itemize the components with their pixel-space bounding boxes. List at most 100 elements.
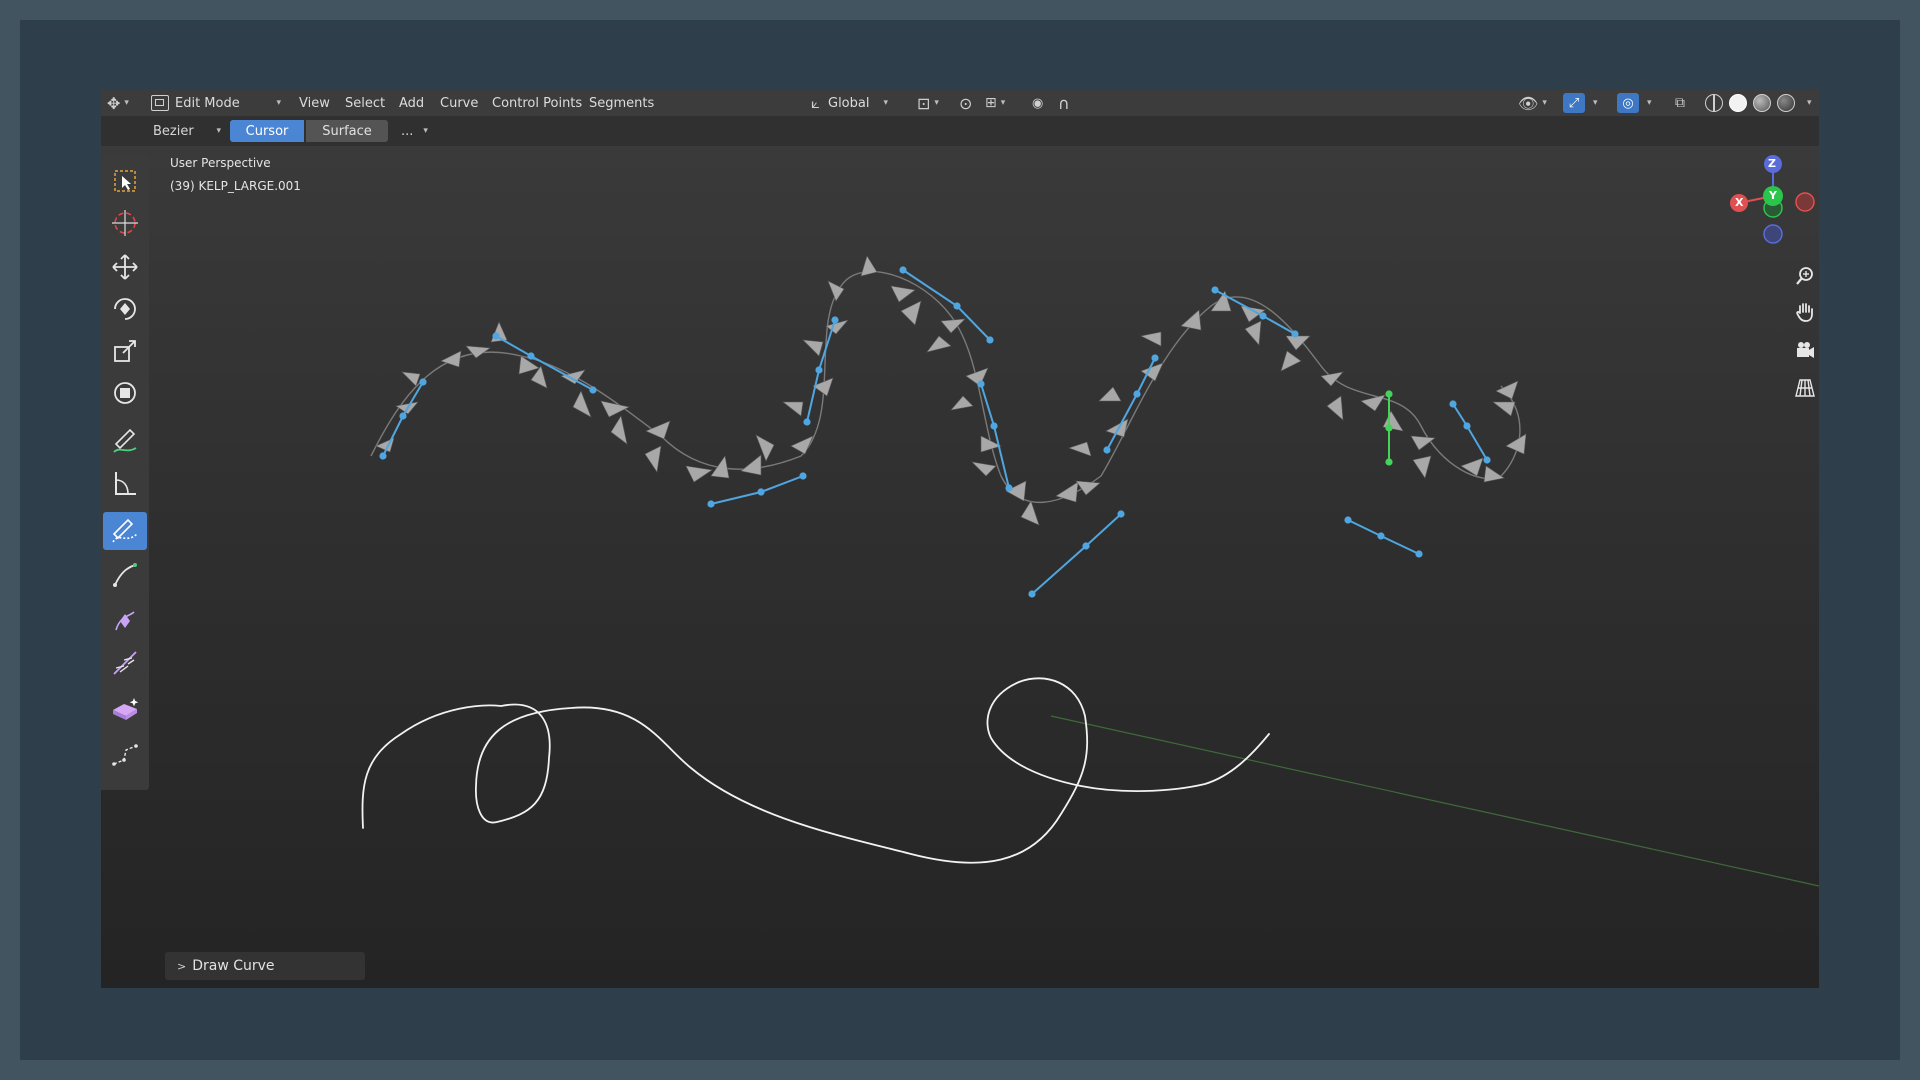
kelp-mesh [370,255,1527,526]
menu-select[interactable]: Select [343,90,387,116]
chevron-down-icon: ▾ [934,98,939,108]
tilt-icon [113,651,137,675]
randomize-icon [113,698,139,720]
mode-dropdown[interactable]: Edit Mode ▾ [151,90,281,116]
navigation-gizmo[interactable] [1701,152,1819,252]
more-options-dropdown[interactable]: ... ▾ [401,121,428,141]
xray-toggle[interactable]: ⧉ [1675,90,1685,116]
move-icon [112,254,138,280]
shading-rendered[interactable] [1777,90,1795,116]
drawn-curve-stroke [361,677,1270,864]
solid-shading-icon [1729,94,1747,112]
tool-transform[interactable] [103,374,147,412]
hand-icon [1796,303,1813,322]
material-shading-icon [1753,94,1771,112]
grid-perspective-icon [1795,379,1815,397]
gizmo-icon: ⤢ [1563,93,1585,113]
select-box-icon [114,170,136,192]
pivot-icon: ⊡ [917,93,931,113]
toggle-perspective-button[interactable] [1791,374,1819,402]
annotate-icon [113,428,137,453]
overlays-toggle[interactable]: ◎ ▾ [1617,90,1652,116]
edit-mode-icon [151,95,169,111]
orientation-icon: ⟀ [811,94,820,112]
tool-rotate[interactable] [103,290,147,328]
shading-wireframe[interactable] [1705,90,1723,116]
3d-viewport[interactable]: User Perspective (39) KELP_LARGE.001 Z Y… [101,146,1819,988]
overlays-icon: ◎ [1617,93,1639,113]
pen-icon [112,744,138,766]
chevron-down-icon: ▾ [124,98,129,108]
tool-select-box[interactable] [103,162,147,200]
snap-target-dropdown[interactable]: ⊞ ▾ [985,90,1005,116]
tool-measure[interactable] [103,464,147,502]
wireframe-shading-icon [1705,94,1723,112]
tool-extrude[interactable] [103,556,147,594]
object-name: (39) KELP_LARGE.001 [170,179,301,193]
menu-control-points[interactable]: Control Points [490,90,584,116]
transform-orientation-dropdown[interactable]: ⟀ Global ▾ [811,90,888,116]
chevron-right-icon: > [177,959,187,973]
menu-curve[interactable]: Curve [438,90,480,116]
active-handle [1385,390,1393,466]
view-name: User Perspective [170,156,271,170]
tool-move[interactable] [103,248,147,286]
snap-toggle[interactable]: ⊙ [959,90,972,116]
chevron-down-icon: ▾ [1647,98,1652,108]
menu-segments[interactable]: Segments [587,90,656,116]
rotate-icon [114,298,136,320]
scene-canvas [361,255,1819,887]
chevron-down-icon: ▾ [423,126,428,136]
xray-icon: ⧉ [1675,95,1685,111]
tool-annotate[interactable] [103,422,147,460]
curve-type-dropdown[interactable]: Bezier ▾ [153,121,221,141]
shading-solid[interactable] [1729,90,1747,116]
orientation-label: Global [828,95,870,111]
gizmo-toggle[interactable]: ⤢ ▾ [1563,90,1598,116]
proportional-edit-icon: ◉ [1032,95,1044,111]
depth-cursor-button[interactable]: Cursor [230,120,304,142]
zoom-button[interactable] [1791,262,1819,290]
depth-surface-button[interactable]: Surface [306,120,388,142]
curve-type-label: Bezier [153,123,194,139]
shading-options-dropdown[interactable]: ▾ [1803,90,1812,116]
pivot-point-dropdown[interactable]: ⊡ ▾ [917,90,939,116]
proportional-edit-toggle[interactable]: ◉ [1032,90,1043,116]
tool-cursor[interactable] [103,204,147,242]
measure-icon [115,472,136,495]
chevron-down-icon: ▾ [1807,98,1812,108]
camera-view-button[interactable] [1791,336,1819,364]
draw-curve-icon [112,518,138,543]
bezier-handles [379,266,1491,598]
tool-pen[interactable] [103,736,147,774]
snap-increment-icon: ⊞ [985,95,997,111]
cursor-icon [112,210,138,236]
scale-icon [114,340,136,362]
chevron-down-icon: ▾ [1542,98,1547,108]
visibility-dropdown[interactable]: 👁 ▾ [1518,90,1547,116]
tool-shelf [101,156,149,790]
tool-scale[interactable] [103,332,147,370]
menu-add[interactable]: Add [397,90,426,116]
pan-button[interactable] [1791,298,1819,326]
tool-radius[interactable] [103,602,147,640]
viewport-header: ✥ ▾ Edit Mode ▾ View Select Add Curve Con… [101,90,1819,116]
editor-type-button[interactable]: ✥ ▾ [107,90,129,116]
chevron-down-icon: ▾ [1593,98,1598,108]
blender-window: ✥ ▾ Edit Mode ▾ View Select Add Curve Con… [101,90,1819,988]
tool-tilt[interactable] [103,644,147,682]
gizmo-x-label: X [1735,196,1744,209]
gizmo-y-label: Y [1769,189,1777,202]
falloff-curve-icon: ∩ [1058,93,1070,113]
menu-view[interactable]: View [297,90,332,116]
tool-draw-curve[interactable] [103,512,147,550]
chevron-down-icon: ▾ [276,98,281,108]
falloff-dropdown[interactable]: ∩ [1058,90,1070,116]
tool-randomize[interactable] [103,690,147,728]
transform-icon [114,382,136,404]
camera-icon [1797,342,1814,358]
shading-material[interactable] [1753,90,1771,116]
editor-type-icon: ✥ [107,93,121,113]
operator-panel-draw-curve[interactable]: > Draw Curve [165,952,365,980]
mode-label: Edit Mode [175,95,240,111]
